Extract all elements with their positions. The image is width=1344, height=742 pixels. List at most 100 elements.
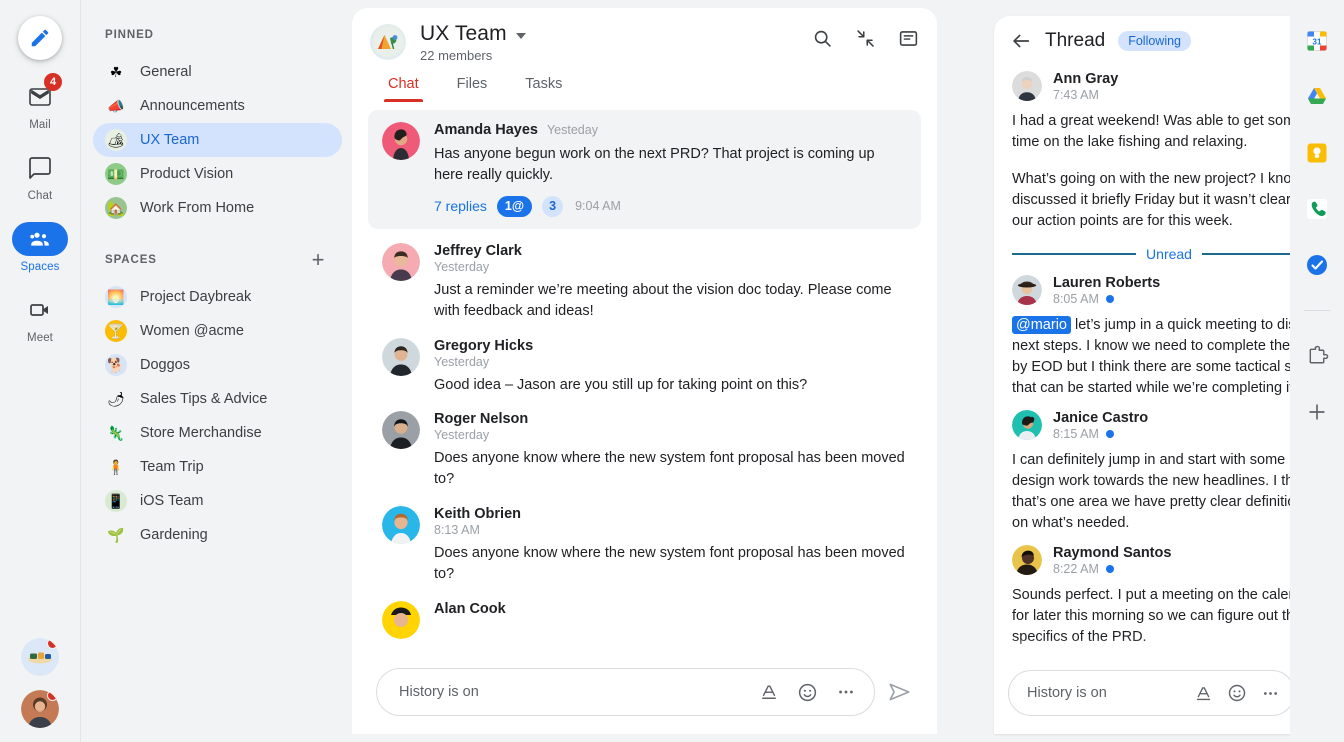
- sidebar-item-announcements[interactable]: 📣 Announcements: [93, 89, 342, 123]
- tab-tasks[interactable]: Tasks: [509, 76, 578, 102]
- avatar[interactable]: [1012, 275, 1042, 306]
- rail-item-mail[interactable]: 4 Mail: [8, 73, 72, 131]
- format-text-icon[interactable]: [759, 682, 779, 702]
- tab-files[interactable]: Files: [441, 76, 504, 102]
- avatar[interactable]: [1012, 71, 1042, 101]
- pinned-section-header: PINNED: [81, 22, 352, 48]
- more-options-icon[interactable]: [836, 682, 856, 702]
- avatar[interactable]: [382, 600, 420, 639]
- thread-message-text: I had a great weekend! Was able to get s…: [1012, 113, 1304, 151]
- chevron-down-icon[interactable]: [515, 33, 526, 39]
- rail-divider: [1304, 310, 1330, 311]
- message-input[interactable]: History is on: [376, 668, 875, 716]
- avatar[interactable]: [1012, 545, 1042, 576]
- rail-bottom-avatars: [0, 638, 80, 728]
- message-item[interactable]: Jeffrey Clark Yesterday Just a reminder …: [352, 233, 937, 328]
- tasks-icon[interactable]: [1304, 252, 1330, 278]
- thread-message-author: Janice Castro: [1053, 410, 1149, 427]
- sidebar-item-ux-team[interactable]: 🏕 UX Team: [93, 123, 342, 157]
- sidebar-item-label: Work From Home: [140, 200, 255, 216]
- compose-button[interactable]: [18, 16, 62, 60]
- back-arrow-icon[interactable]: [1010, 30, 1032, 52]
- sidebar-item-store-merchandise[interactable]: 🦎 Store Merchandise: [93, 416, 342, 450]
- threads-icon[interactable]: [898, 28, 919, 49]
- avatar[interactable]: [382, 122, 420, 160]
- chat-bubble-icon: [29, 157, 51, 179]
- more-options-icon[interactable]: [1261, 684, 1280, 703]
- svg-text:31: 31: [1313, 38, 1322, 47]
- drive-icon[interactable]: [1304, 84, 1330, 110]
- sidebar-item-work-from-home[interactable]: 🏡 Work From Home: [93, 191, 342, 225]
- avatar[interactable]: [1012, 410, 1042, 441]
- thread-message-input[interactable]: History is on: [1008, 670, 1295, 716]
- emoji-icon[interactable]: [1227, 683, 1247, 703]
- avatar[interactable]: [382, 411, 420, 450]
- format-text-icon[interactable]: [1194, 684, 1213, 703]
- search-icon[interactable]: [812, 28, 833, 49]
- avatar-sushi[interactable]: [21, 638, 59, 676]
- rail-item-chat[interactable]: Chat: [8, 151, 72, 202]
- sunrise-icon: 🌅: [105, 286, 127, 308]
- mention-chip[interactable]: @mario: [1012, 316, 1071, 335]
- sidebar-item-label: Store Merchandise: [140, 425, 262, 441]
- voice-icon[interactable]: [1304, 196, 1330, 222]
- message-row: Amanda Hayes Yesteday Has anyone begun w…: [382, 122, 907, 217]
- message-item-highlighted[interactable]: Amanda Hayes Yesteday Has anyone begun w…: [368, 110, 921, 229]
- sidebar-item-general[interactable]: ☘ General: [93, 55, 342, 89]
- keep-icon[interactable]: [1304, 140, 1330, 166]
- avatar-alan-cook: [382, 600, 420, 639]
- following-badge[interactable]: Following: [1118, 31, 1192, 51]
- sidebar-item-team-trip[interactable]: 🧍 Team Trip: [93, 450, 342, 484]
- chat-icon-wrap: [12, 151, 68, 185]
- replies-link[interactable]: 7 replies: [434, 198, 487, 214]
- addon-puzzle-icon[interactable]: [1304, 343, 1330, 369]
- rail-item-meet[interactable]: Meet: [8, 293, 72, 344]
- avatar-person[interactable]: [21, 690, 59, 728]
- unread-dot-icon: [1105, 565, 1114, 574]
- sidebar-item-doggos[interactable]: 🐕 Doggos: [93, 348, 342, 382]
- message-text: Does anyone know where the new system fo…: [434, 545, 905, 582]
- collapse-icon[interactable]: [855, 28, 876, 49]
- spaces-list: 🌅 Project Daybreak 🍸 Women @acme 🐕 Doggo…: [81, 280, 352, 552]
- send-icon[interactable]: [887, 679, 919, 705]
- avatar[interactable]: [382, 506, 420, 545]
- member-count: 22 members: [420, 48, 493, 63]
- add-space-button[interactable]: +: [306, 249, 330, 271]
- sidebar-item-label: Product Vision: [140, 166, 234, 182]
- pencil-icon: [31, 29, 49, 47]
- spaces-sidebar: PINNED ☘ General 📣 Announcements 🏕 UX Te…: [80, 0, 352, 742]
- sidebar-item-project-daybreak[interactable]: 🌅 Project Daybreak: [93, 280, 342, 314]
- sidebar-item-product-vision[interactable]: 💵 Product Vision: [93, 157, 342, 191]
- avatar[interactable]: [382, 337, 420, 376]
- message-item[interactable]: Keith Obrien 8:13 AM Does anyone know wh…: [352, 496, 937, 591]
- message-timestamp: Yesterday: [434, 354, 490, 369]
- message-author: Keith Obrien: [434, 506, 522, 523]
- megaphone-icon: 📣: [105, 95, 127, 117]
- thread-message-meta: Janice Castro 8:15 AM: [1053, 410, 1148, 441]
- sidebar-item-gardening[interactable]: 🌱 Gardening: [93, 518, 342, 552]
- message-text: Has anyone begun work on the next PRD? T…: [434, 146, 875, 183]
- message-item[interactable]: Alan Cook: [352, 591, 937, 645]
- spaces-section: SPACES + 🌅 Project Daybreak 🍸 Women @acm…: [81, 247, 352, 552]
- thread-message-text: Sounds perfect. I put a meeting on the c…: [1012, 587, 1318, 646]
- message-timestamp: Yesterday: [434, 259, 490, 274]
- tab-chat[interactable]: Chat: [372, 76, 435, 102]
- sidebar-item-women-acme[interactable]: 🍸 Women @acme: [93, 314, 342, 348]
- add-icon[interactable]: [1304, 399, 1330, 425]
- rail-item-spaces[interactable]: Spaces: [8, 222, 72, 273]
- message-author: Roger Nelson: [434, 411, 529, 428]
- avatar[interactable]: [382, 242, 420, 281]
- thread-message-timestamp: 7:43 AM: [1053, 88, 1099, 102]
- thread-timestamp-row: 7:43 AM: [1053, 88, 1118, 102]
- sidebar-item-ios-team[interactable]: 📱 iOS Team: [93, 484, 342, 518]
- calendar-icon[interactable]: 31: [1304, 28, 1330, 54]
- message-item[interactable]: Gregory Hicks Yesterday Good idea – Jaso…: [352, 328, 937, 402]
- message-item[interactable]: Roger Nelson Yesterday Does anyone know …: [352, 401, 937, 496]
- message-timestamp: 8:13 AM: [434, 523, 480, 538]
- message-list[interactable]: Amanda Hayes Yesteday Has anyone begun w…: [352, 102, 937, 660]
- avatar-lauren-roberts: [1012, 275, 1042, 306]
- sidebar-item-sales-tips[interactable]: 🌶 Sales Tips & Advice: [93, 382, 342, 416]
- avatar-amanda-hayes: [382, 122, 420, 160]
- person-standing-icon: 🧍: [105, 456, 127, 478]
- emoji-icon[interactable]: [797, 682, 818, 703]
